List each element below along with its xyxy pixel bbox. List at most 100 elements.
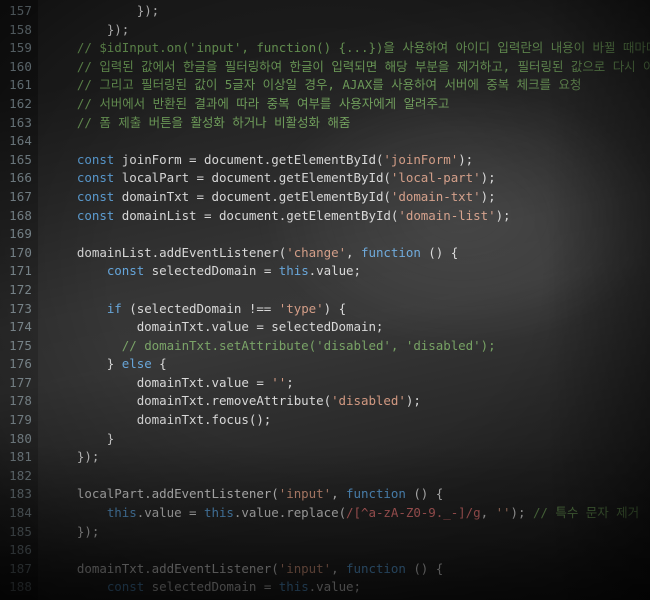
token-plain: ,	[480, 505, 496, 521]
token-plain: );	[510, 505, 533, 521]
code-line[interactable]	[47, 467, 650, 486]
code-line[interactable]: // $idInput.on('input', function() {...}…	[47, 39, 650, 58]
code-line[interactable]: } else {	[47, 355, 650, 374]
code-editor[interactable]: 157 158 159 160 161 162 163 164 165 166 167 168 169 1…	[0, 0, 650, 600]
code-line[interactable]	[47, 132, 650, 151]
code-editor-screenshot: 157 158 159 160 161 162 163 164 165 166 167 168 169 1…	[0, 0, 650, 600]
line-number: 172	[9, 281, 32, 297]
token-this: this	[278, 579, 309, 595]
token-plain: );	[405, 393, 421, 409]
line-number: 180	[9, 430, 32, 446]
code-line[interactable]: });	[47, 523, 650, 542]
code-line[interactable]	[47, 541, 650, 560]
token-string: ''	[271, 374, 287, 390]
code-line[interactable]: this.value = this.value.replace(/[^a-zA-…	[47, 504, 650, 523]
line-number: 164	[9, 133, 32, 149]
code-line[interactable]: // 폼 제출 버튼을 활성화 하거나 비활성화 해줌	[47, 114, 650, 133]
code-line[interactable]	[47, 225, 650, 244]
token-plain: (selectedDomain !==	[121, 300, 279, 316]
line-number: 185	[9, 523, 32, 539]
token-keyword: const	[76, 188, 115, 204]
token-plain: selectedDomain =	[144, 579, 279, 595]
line-number: 183	[9, 486, 32, 502]
code-line[interactable]: domainTxt.focus();	[47, 411, 650, 430]
token-string: 'local-part'	[390, 170, 481, 186]
code-line[interactable]: // domainTxt.setAttribute('disabled', 'd…	[47, 337, 650, 356]
code-line[interactable]: localPart.addEventListener('input', func…	[47, 485, 650, 504]
token-this: this	[278, 263, 309, 279]
token-string: 'input'	[278, 560, 332, 576]
line-number: 169	[9, 226, 32, 242]
token-string: 'input'	[278, 486, 332, 502]
code-line[interactable]: // 입력된 값에서 한글을 필터링하여 한글이 입력되면 해당 부분을 제거하…	[47, 58, 650, 77]
code-line[interactable]: const selectedDomain = this.value;	[47, 262, 650, 281]
code-line[interactable]: const domainTxt = document.getElementByI…	[47, 188, 650, 207]
token-plain: {	[151, 356, 167, 372]
code-line[interactable]: domainTxt.value = '';	[47, 374, 650, 393]
token-regex: /[^a-zA-Z0-9._-]/g	[346, 505, 481, 521]
token-plain: );	[480, 188, 496, 204]
token-plain: domainTxt.value = selectedDomain;	[47, 319, 384, 335]
token-plain: localPart = document.getElementById(	[114, 170, 391, 186]
code-line[interactable]: domainTxt.addEventListener('input', func…	[47, 560, 650, 579]
token-plain: ,	[331, 486, 347, 502]
token-plain: .value.replace(	[233, 505, 347, 521]
token-comment: // domainTxt.setAttribute('disabled', 'd…	[121, 337, 496, 353]
line-number: 163	[9, 114, 32, 130]
line-number: 160	[9, 58, 32, 74]
line-number: 181	[9, 449, 32, 465]
token-plain: }	[47, 356, 122, 372]
code-line[interactable]	[47, 281, 650, 300]
code-line[interactable]: const localPart = document.getElementByI…	[47, 169, 650, 188]
code-line[interactable]: }	[47, 430, 650, 449]
line-number: 186	[9, 542, 32, 558]
code-line[interactable]: const domainList = document.getElementBy…	[47, 207, 650, 226]
line-number: 174	[9, 319, 32, 335]
code-line[interactable]: domainTxt.removeAttribute('disabled');	[47, 392, 650, 411]
code-line[interactable]: domainList.addEventListener('change', fu…	[47, 244, 650, 263]
token-plain: selectedDomain =	[144, 263, 279, 279]
token-plain: );	[495, 207, 511, 223]
token-plain: ,	[346, 244, 361, 260]
line-number: 166	[9, 170, 32, 186]
token-plain: ,	[331, 560, 347, 576]
code-line[interactable]: });	[47, 2, 650, 21]
code-line[interactable]: // 그리고 필터링된 값이 5글자 이상일 경우, AJAX를 사용하여 서버…	[47, 76, 650, 95]
token-plain: () {	[405, 560, 444, 576]
token-plain: domainTxt.value =	[47, 374, 272, 390]
token-comment: // 폼 제출 버튼을 활성화 하거나 비활성화 해줌	[76, 114, 351, 130]
token-string: 'domain-list'	[398, 207, 496, 223]
line-number: 184	[9, 505, 32, 521]
line-number: 167	[9, 188, 32, 204]
code-line[interactable]: if (selectedDomain !== 'type') {	[47, 300, 650, 319]
code-line[interactable]: const joinForm = document.getElementById…	[47, 151, 650, 170]
code-line[interactable]: const selectedDomain = this.value;	[47, 578, 650, 597]
line-number: 173	[9, 300, 32, 316]
token-plain: });	[106, 21, 130, 37]
token-keyword: function	[346, 486, 406, 502]
code-line[interactable]: // 서버에서 반환된 결과에 따라 중복 여부를 사용자에게 알려주고	[47, 95, 650, 114]
line-number: 187	[9, 560, 32, 576]
line-number: 176	[9, 356, 32, 372]
code-content-area[interactable]: }); }); // $idInput.on('input', function…	[38, 0, 650, 600]
code-line[interactable]: domainTxt.value = selectedDomain;	[47, 318, 650, 337]
code-line[interactable]: });	[47, 21, 650, 40]
line-number: 170	[9, 244, 32, 260]
token-comment: // $idInput.on('input', function() {...}…	[76, 40, 650, 56]
line-number: 158	[9, 21, 32, 37]
line-number: 168	[9, 207, 32, 223]
code-line[interactable]: });	[47, 448, 650, 467]
token-plain: .value;	[308, 579, 362, 595]
token-string: 'change'	[286, 244, 347, 260]
